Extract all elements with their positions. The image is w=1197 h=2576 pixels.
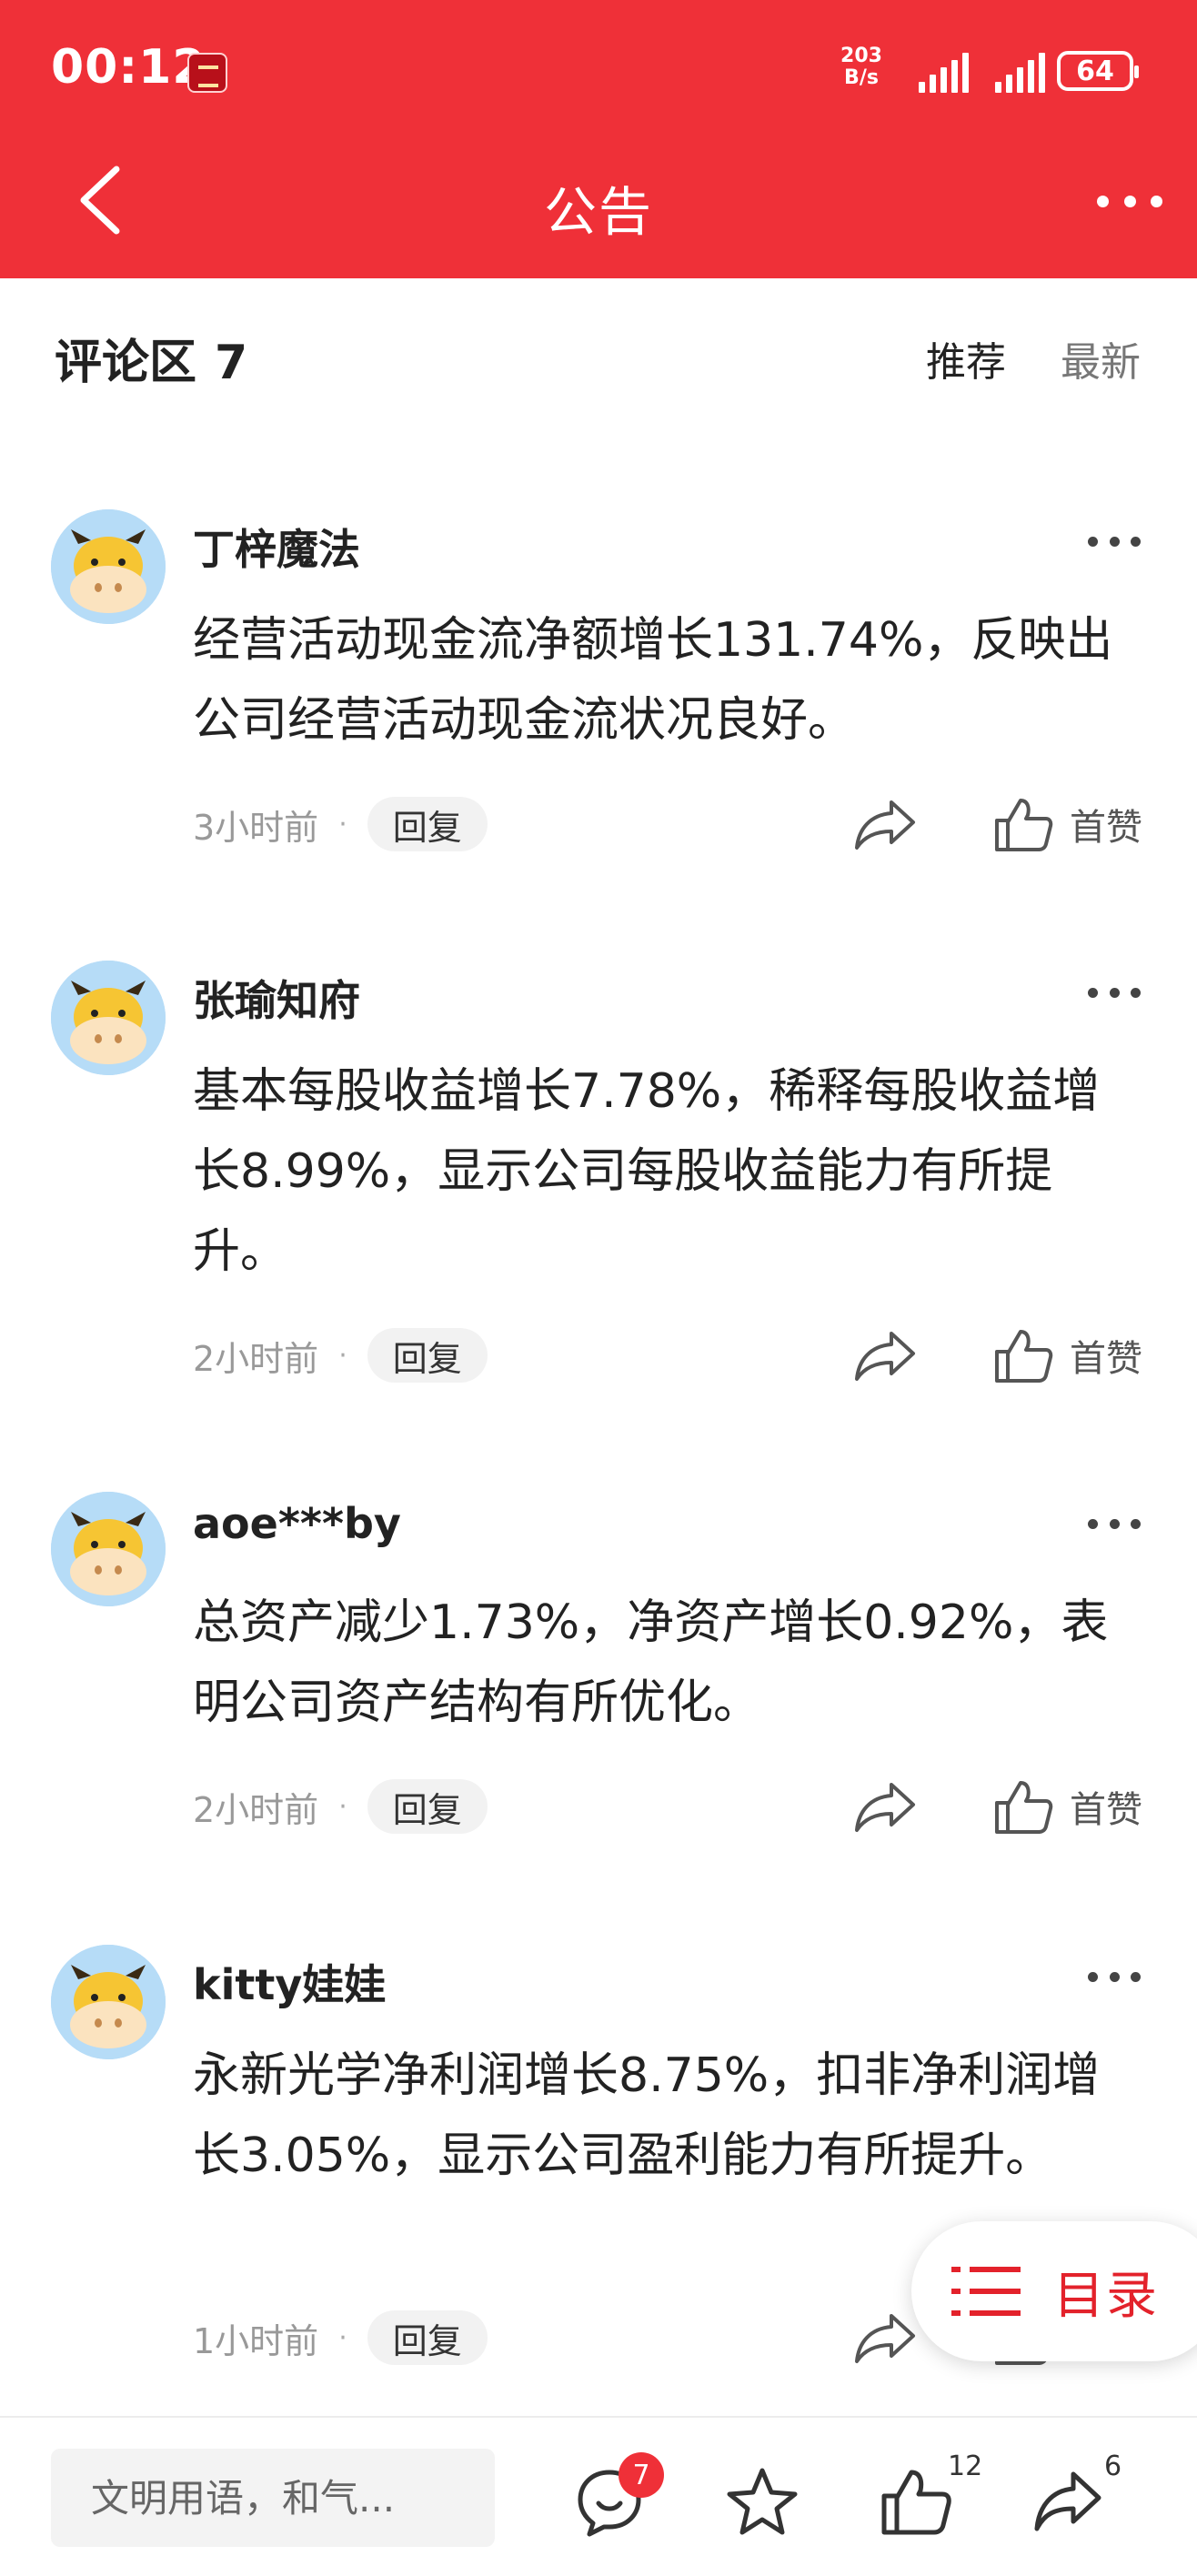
avatar[interactable] [51, 1945, 166, 2059]
like-label: 首赞 [1070, 1338, 1142, 1380]
comment-text: 经营活动现金流净额增长131.74%，反映出公司经营活动现金流状况良好。 [193, 613, 1113, 748]
bottom-action-bar: 7 12 6 [0, 2416, 1197, 2576]
comment-meta: 1小时前 · 回复 [193, 2309, 488, 2367]
comments-header: 评论区 7 推荐 最新 [0, 278, 1197, 424]
share-button[interactable] [851, 795, 919, 853]
avatar[interactable] [51, 961, 166, 1075]
cow-avatar-icon [51, 1945, 166, 2059]
comment-input[interactable] [51, 2449, 495, 2547]
avatar[interactable] [51, 1492, 166, 1606]
like-button[interactable]: 首赞 [993, 795, 1142, 853]
thumbs-up-icon [995, 1781, 1053, 1834]
username[interactable]: 张瑜知府 [193, 968, 360, 1028]
comment-count-badge: 7 [619, 2452, 664, 2498]
comments-title-label: 评论区 [55, 336, 197, 390]
share-button[interactable] [851, 1326, 919, 1384]
share-article-button[interactable] [1031, 2465, 1104, 2538]
tab-recommend[interactable]: 推荐 [926, 329, 1006, 387]
like-button[interactable]: 首赞 [993, 1326, 1142, 1384]
list-icon [951, 2267, 1021, 2316]
thumbs-up-icon [995, 799, 1053, 851]
like-count: 12 [948, 2450, 983, 2482]
comment-time: 2小时前 [193, 1789, 319, 1830]
cow-avatar-icon [51, 509, 166, 624]
comment-time: 3小时前 [193, 807, 319, 848]
battery-icon: 64 [1057, 51, 1139, 91]
battery-level: 64 [1076, 55, 1114, 87]
comment-meta: 3小时前 · 回复 [193, 795, 488, 853]
network-speed-unit: B/s [844, 66, 879, 89]
more-button[interactable] [1097, 178, 1162, 224]
like-article-button[interactable] [879, 2465, 951, 2538]
share-icon [1034, 2471, 1101, 2531]
cow-avatar-icon [51, 961, 166, 1075]
signal-icon [919, 53, 969, 93]
network-speed: 203 B/s [835, 45, 888, 89]
username[interactable]: aoe***by [193, 1499, 401, 1548]
thumbs-up-icon [881, 2470, 951, 2535]
page-title: 公告 [543, 181, 653, 243]
username[interactable]: 丁梓魔法 [193, 517, 360, 577]
like-label: 首赞 [1070, 1789, 1142, 1831]
comment-text: 永新光学净利润增长8.75%，扣非净利润增长3.05%，显示公司盈利能力有所提升… [193, 2048, 1101, 2183]
share-icon [855, 800, 915, 850]
comment-item: 张瑜知府 基本每股收益增长7.78%，稀释每股收益增长8.99%，显示公司每股收… [0, 961, 1197, 1397]
comment-text: 总资产减少1.73%，净资产增长0.92%，表明公司资产结构有所优化。 [193, 1595, 1109, 1730]
app-notification-icon [187, 53, 227, 93]
reply-button[interactable]: 回复 [367, 1328, 488, 1383]
share-icon [855, 2314, 915, 2363]
cow-avatar-icon [51, 1492, 166, 1606]
status-time: 00:12 [51, 40, 206, 95]
share-icon [855, 1783, 915, 1832]
share-button[interactable] [851, 2309, 919, 2367]
comment-time: 2小时前 [193, 1338, 319, 1379]
share-button[interactable] [851, 1777, 919, 1836]
comment-meta: 2小时前 · 回复 [193, 1326, 488, 1384]
toc-label: 目录 [1053, 2266, 1159, 2326]
comment-more-button[interactable] [1088, 537, 1141, 551]
comment-item: 丁梓魔法 经营活动现金流净额增长131.74%，反映出公司经营活动现金流状况良好… [0, 509, 1197, 873]
thumbs-up-icon [995, 1330, 1053, 1383]
comments-title: 评论区 7 [55, 324, 247, 392]
favorite-button[interactable] [726, 2465, 799, 2538]
like-label: 首赞 [1070, 807, 1142, 849]
like-button[interactable]: 首赞 [993, 1777, 1142, 1836]
network-speed-value: 203 [840, 45, 882, 67]
status-bar: 00:12 203 B/s 64 [0, 0, 1197, 146]
comment-text: 基本每股收益增长7.78%，稀释每股收益增长8.99%，显示公司每股收益能力有所… [193, 1064, 1101, 1279]
app-header: 00:12 203 B/s 64 公告 [0, 0, 1197, 278]
reply-button[interactable]: 回复 [367, 797, 488, 851]
comment-more-button[interactable] [1088, 1519, 1141, 1534]
signal-icon [995, 53, 1045, 93]
comment-time: 1小时前 [193, 2320, 319, 2361]
share-count: 6 [1104, 2450, 1122, 2482]
star-icon [727, 2468, 798, 2535]
tab-latest[interactable]: 最新 [1061, 329, 1141, 387]
share-icon [855, 1332, 915, 1381]
comment-item: aoe***by 总资产减少1.73%，净资产增长0.92%，表明公司资产结构有… [0, 1492, 1197, 1856]
avatar[interactable] [51, 509, 166, 624]
more-horizontal-icon [1097, 195, 1109, 207]
toc-button[interactable]: 目录 [911, 2221, 1197, 2361]
comment-more-button[interactable] [1088, 988, 1141, 1002]
reply-button[interactable]: 回复 [367, 2310, 488, 2365]
comment-more-button[interactable] [1088, 1972, 1141, 1987]
reply-button[interactable]: 回复 [367, 1779, 488, 1834]
comments-count: 7 [215, 336, 248, 390]
comment-meta: 2小时前 · 回复 [193, 1777, 488, 1836]
username[interactable]: kitty娃娃 [193, 1952, 386, 2012]
